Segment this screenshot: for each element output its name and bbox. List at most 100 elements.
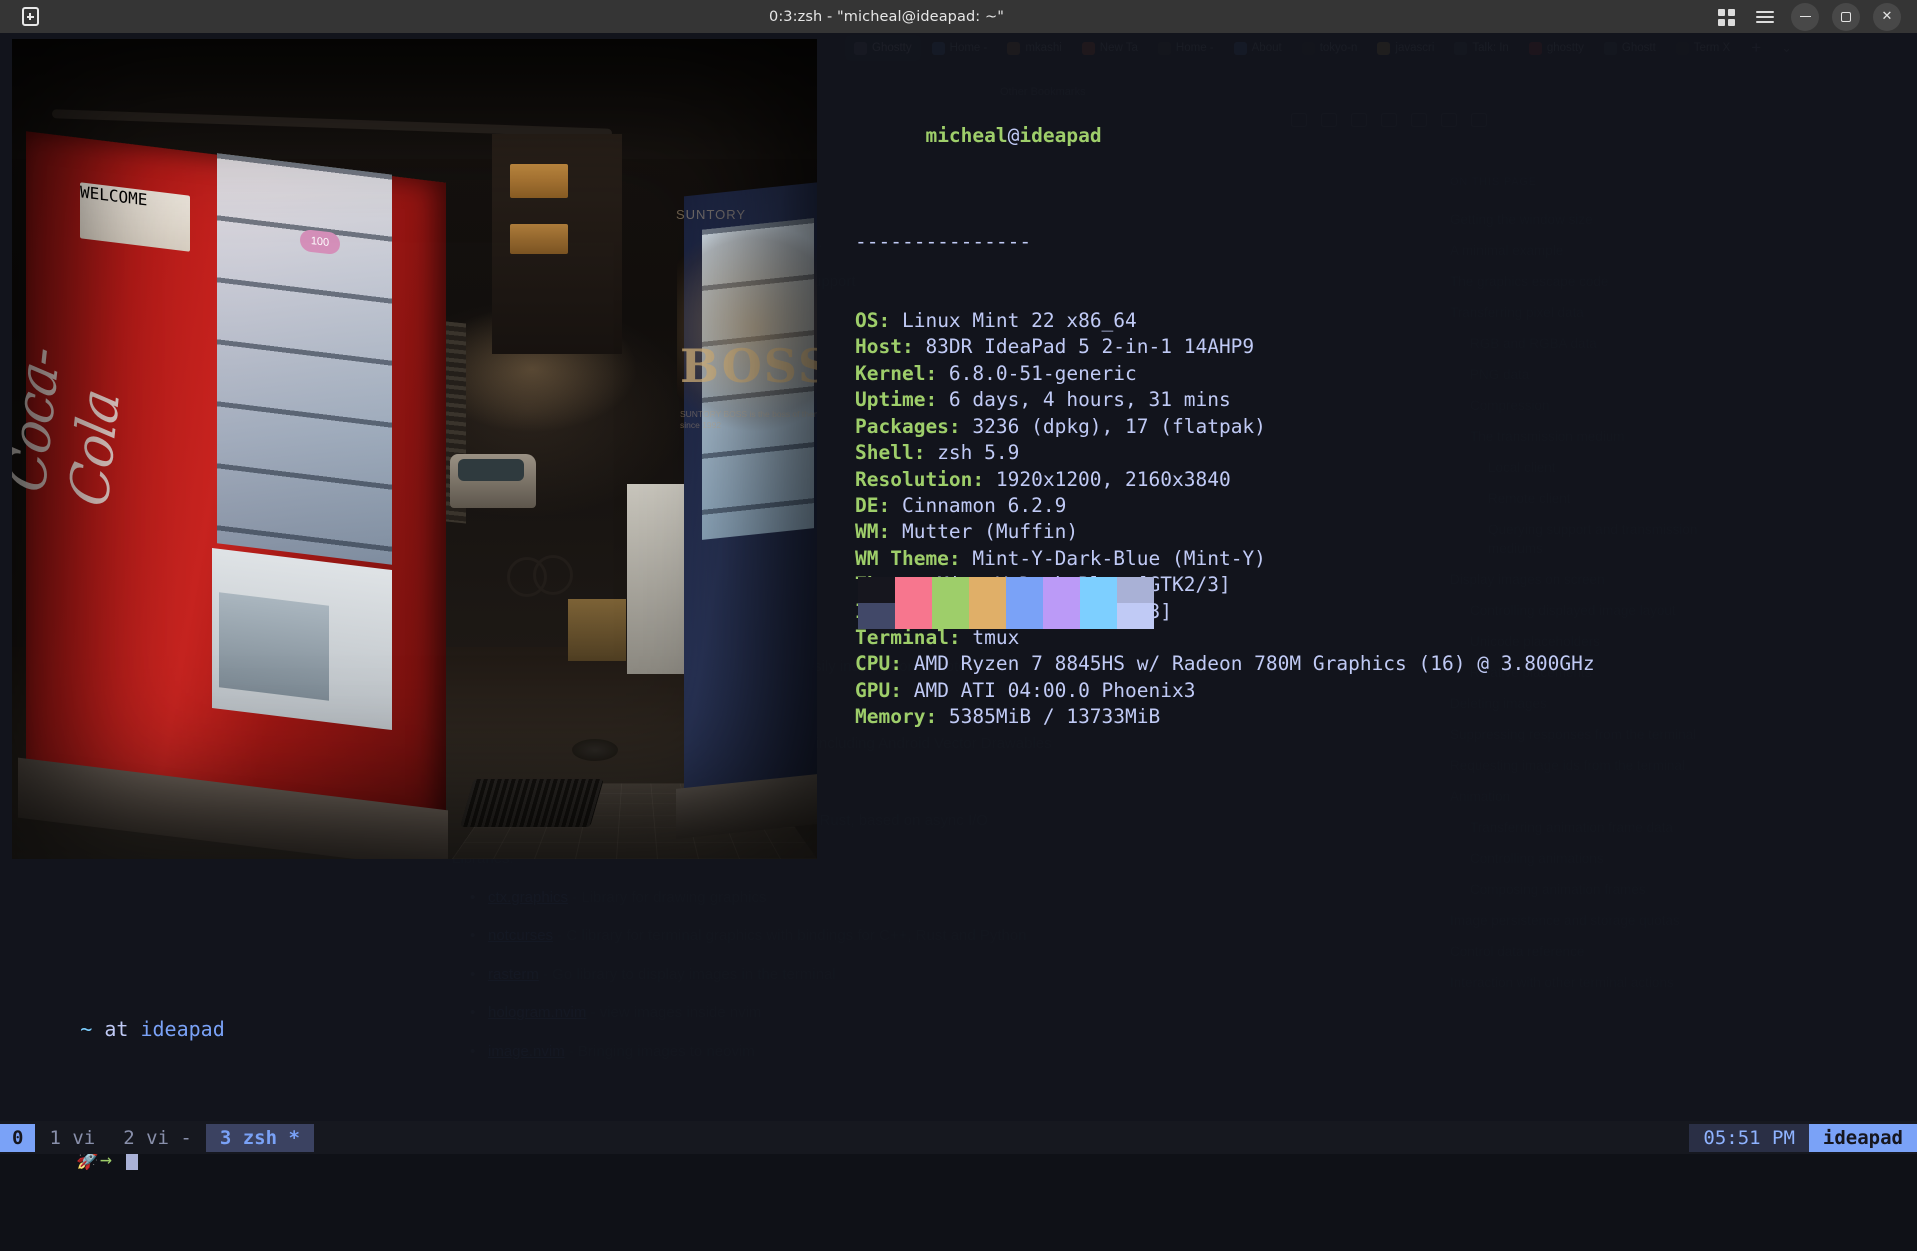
- new-tab-button[interactable]: [0, 7, 60, 26]
- neofetch-value: 83DR IdeaPad 5 2-in-1 14AHP9: [914, 335, 1254, 358]
- bicycle: [507, 509, 577, 599]
- tmux-status-bar[interactable]: 0 1 vi2 vi -3 zsh * 05:51 PM ideapad: [0, 1121, 1917, 1154]
- neofetch-row: DE: Cinnamon 6.2.9: [855, 493, 1595, 519]
- neofetch-at: @: [1008, 124, 1020, 147]
- tmux-hostname: ideapad: [1809, 1124, 1917, 1152]
- neofetch-row: Memory: 5385MiB / 13733MiB: [855, 704, 1595, 730]
- neofetch-color-palette: [858, 577, 1154, 629]
- close-button[interactable]: ✕: [1873, 3, 1901, 31]
- neofetch-row: Packages: 3236 (dpkg), 17 (flatpak): [855, 414, 1595, 440]
- palette-swatch: [895, 577, 932, 603]
- palette-swatch: [969, 577, 1006, 603]
- neofetch-value: AMD Ryzen 7 8845HS w/ Radeon 780M Graphi…: [902, 652, 1595, 675]
- shell-prompt[interactable]: ~ at ideapad 🚀→: [0, 938, 225, 1251]
- palette-swatch: [1080, 577, 1117, 603]
- window-controls[interactable]: ✕: [1713, 3, 1917, 31]
- minimize-icon: [1800, 16, 1811, 18]
- neofetch-row: WM Theme: Mint-Y-Dark-Blue (Mint-Y): [855, 546, 1595, 572]
- palette-swatch: [858, 603, 895, 629]
- palette-swatch: [895, 603, 932, 629]
- neofetch-value: 6 days, 4 hours, 31 mins: [937, 388, 1231, 411]
- neofetch-key: Uptime:: [855, 388, 937, 411]
- neofetch-value: AMD ATI 04:00.0 Phoenix3: [902, 679, 1196, 702]
- neofetch-row: Host: 83DR IdeaPad 5 2-in-1 14AHP9: [855, 334, 1595, 360]
- neofetch-key: CPU:: [855, 652, 902, 675]
- yellow-crate: [568, 599, 626, 661]
- terminal-surface[interactable]: Coca-Cola WELCOME 100 SUNTORY BOSS SUNTO…: [0, 33, 1917, 1154]
- neofetch-title: micheal@ideapad: [855, 97, 1595, 176]
- neofetch-key: Kernel:: [855, 362, 937, 385]
- palette-swatch: [1006, 603, 1043, 629]
- window-title: 0:3:zsh - "micheal@ideapad: ~": [60, 9, 1713, 25]
- palette-swatch: [1043, 577, 1080, 603]
- neofetch-value: 6.8.0-51-generic: [937, 362, 1137, 385]
- tmux-session-name[interactable]: 0: [0, 1124, 35, 1152]
- palette-swatch: [1006, 577, 1043, 603]
- neofetch-row: Kernel: 6.8.0-51-generic: [855, 361, 1595, 387]
- palette-swatch: [1080, 603, 1117, 629]
- tmux-clock: 05:51 PM: [1689, 1124, 1809, 1152]
- prompt-path: ~: [80, 1017, 92, 1041]
- window-title-bar: 0:3:zsh - "micheal@ideapad: ~" ✕: [0, 0, 1917, 33]
- suntory-wordmark: SUNTORY: [676, 207, 746, 222]
- neofetch-key: OS:: [855, 309, 890, 332]
- neofetch-row: Shell: zsh 5.9: [855, 440, 1595, 466]
- palette-swatch: [1043, 603, 1080, 629]
- neofetch-key: Terminal:: [855, 626, 961, 649]
- neofetch-row: WM: Mutter (Muffin): [855, 519, 1595, 545]
- palette-swatch: [932, 603, 969, 629]
- neofetch-row: OS: Linux Mint 22 x86_64: [855, 308, 1595, 334]
- maximize-icon: [1841, 12, 1851, 22]
- neofetch-output: micheal@ideapad --------------- OS: Linu…: [855, 44, 1595, 783]
- neofetch-key: Host:: [855, 335, 914, 358]
- neofetch-key: Shell:: [855, 441, 925, 464]
- prompt-line-1: ~ at ideapad: [0, 990, 225, 1068]
- new-tab-icon[interactable]: [22, 7, 39, 26]
- neofetch-key: DE:: [855, 494, 890, 517]
- neofetch-row: GPU: AMD ATI 04:00.0 Phoenix3: [855, 678, 1595, 704]
- car-windshield: [458, 459, 524, 481]
- neofetch-key: Resolution:: [855, 468, 984, 491]
- close-icon: ✕: [1882, 9, 1893, 24]
- manhole-cover: [572, 739, 618, 761]
- neofetch-value: zsh 5.9: [925, 441, 1019, 464]
- palette-swatch: [969, 603, 1006, 629]
- maximize-button[interactable]: [1832, 3, 1860, 31]
- grid-icon[interactable]: [1713, 4, 1739, 30]
- palette-row-bright: [858, 603, 1154, 629]
- neofetch-hostname: ideapad: [1019, 124, 1101, 147]
- neofetch-row: CPU: AMD Ryzen 7 8845HS w/ Radeon 780M G…: [855, 651, 1595, 677]
- neofetch-value: 3236 (dpkg), 17 (flatpak): [961, 415, 1266, 438]
- drain-grate: [460, 779, 604, 827]
- hamburger-menu-icon[interactable]: [1752, 4, 1778, 30]
- neofetch-separator: ---------------: [855, 229, 1595, 255]
- prompt-at-word: at: [92, 1017, 140, 1041]
- palette-swatch: [1117, 577, 1154, 603]
- minimize-button[interactable]: [1791, 3, 1819, 31]
- tmux-window-list[interactable]: 1 vi2 vi -3 zsh *: [35, 1127, 313, 1149]
- alley-ceiling: [12, 39, 817, 159]
- boss-tagline: SUNTORY BOSS is the boss of them all sin…: [680, 409, 817, 431]
- neofetch-value: tmux: [961, 626, 1020, 649]
- neofetch-key: Packages:: [855, 415, 961, 438]
- neofetch-row: Resolution: 1920x1200, 2160x3840: [855, 467, 1595, 493]
- palette-swatch: [932, 577, 969, 603]
- tmux-window-item[interactable]: 1 vi: [35, 1124, 109, 1152]
- palette-swatch: [858, 577, 895, 603]
- neofetch-row: Uptime: 6 days, 4 hours, 31 mins: [855, 387, 1595, 413]
- palette-swatch: [1117, 603, 1154, 629]
- boss-wordmark: BOSS: [680, 339, 817, 393]
- distant-building: [492, 134, 622, 354]
- vending-machine-dispenser: [219, 592, 329, 701]
- neofetch-value: Mint-Y-Dark-Blue (Mint-Y): [961, 547, 1266, 570]
- neofetch-value: 5385MiB / 13733MiB: [937, 705, 1160, 728]
- neofetch-value: 1920x1200, 2160x3840: [984, 468, 1231, 491]
- neofetch-username: micheal: [925, 124, 1007, 147]
- neofetch-key: WM Theme:: [855, 547, 961, 570]
- neofetch-value: Cinnamon 6.2.9: [890, 494, 1066, 517]
- prompt-host: ideapad: [140, 1017, 224, 1041]
- neofetch-value: Mutter (Muffin): [890, 520, 1078, 543]
- tmux-window-item[interactable]: 3 zsh *: [206, 1124, 314, 1152]
- tmux-window-item[interactable]: 2 vi -: [109, 1124, 206, 1152]
- neofetch-rows: OS: Linux Mint 22 x86_64Host: 83DR IdeaP…: [855, 308, 1595, 731]
